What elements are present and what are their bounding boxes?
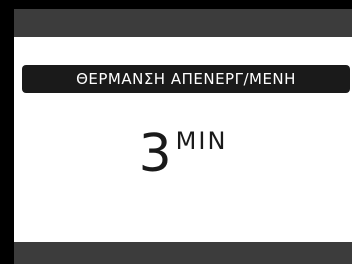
heating-status-banner: ΘΕΡΜΑΝΣΗ ΑΠΕΝΕΡΓ/ΜΕΝΗ	[22, 65, 350, 93]
timer-unit: MIN	[175, 127, 228, 155]
bottom-bar	[14, 242, 352, 264]
device-screen: ΘΕΡΜΑΝΣΗ ΑΠΕΝΕΡΓ/ΜΕΝΗ 3 MIN	[0, 0, 352, 264]
heating-status-text: ΘΕΡΜΑΝΣΗ ΑΠΕΝΕΡΓ/ΜΕΝΗ	[76, 70, 296, 88]
top-bar	[14, 9, 352, 37]
timer-display: 3 MIN	[14, 125, 352, 185]
timer-value: 3	[138, 124, 172, 184]
main-panel: ΘΕΡΜΑΝΣΗ ΑΠΕΝΕΡΓ/ΜΕΝΗ 3 MIN	[14, 37, 352, 242]
